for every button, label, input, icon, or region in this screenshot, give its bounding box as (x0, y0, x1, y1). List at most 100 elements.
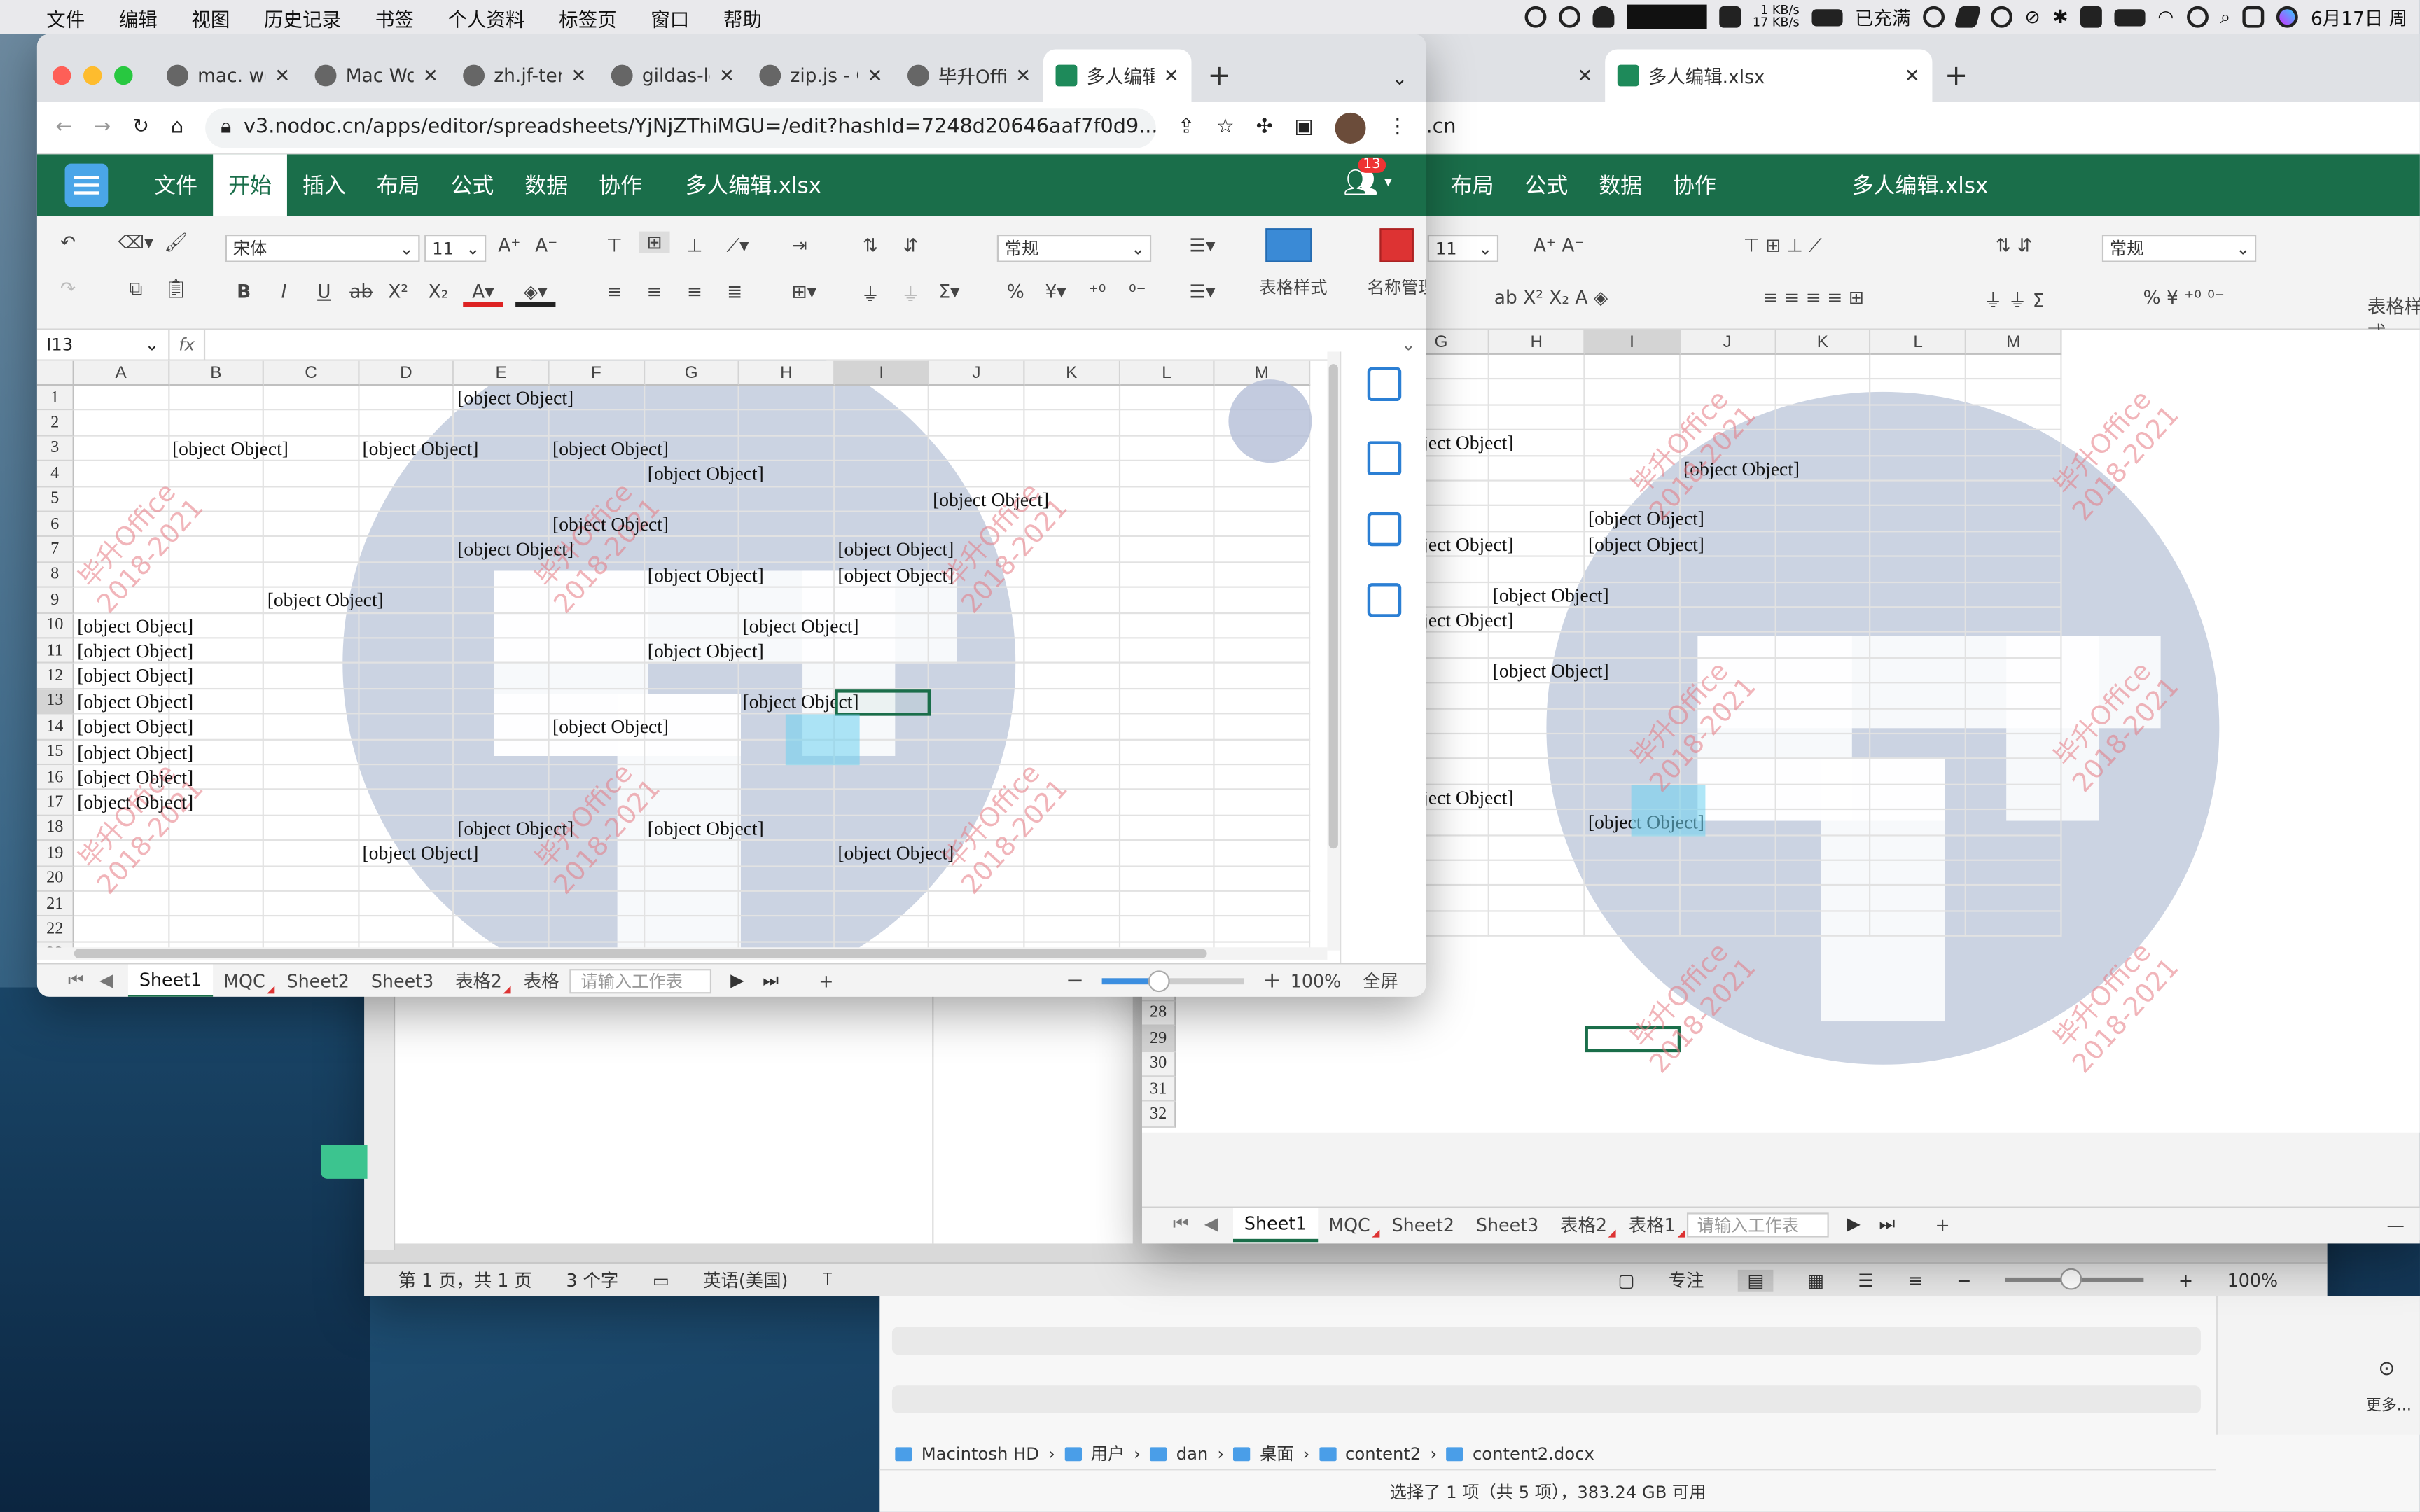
merge-cells-icon[interactable]: ⊞▾ (784, 281, 824, 302)
prev-sheet-icon[interactable]: ◀ (99, 969, 113, 992)
select-all-corner[interactable] (36, 360, 74, 386)
row-header[interactable]: 16 (36, 765, 74, 791)
app-menu-item[interactable]: 协作 (583, 154, 658, 216)
cell[interactable]: [object Object] (1489, 659, 1609, 683)
column-header[interactable]: D (359, 360, 454, 386)
bluetooth-icon[interactable]: ✱ (2052, 6, 2068, 28)
clear-filter-icon[interactable]: ⏚ (895, 281, 926, 307)
zoom-out-icon[interactable]: − (1956, 1269, 1971, 1291)
last-sheet-icon[interactable]: ⏭ (1879, 1212, 1895, 1236)
app-menu-item[interactable]: 公式 (1510, 154, 1584, 216)
app-icon[interactable] (1954, 6, 1982, 28)
add-sheet-icon[interactable]: + (1914, 1213, 1972, 1235)
sheet-tab[interactable]: 表格2 (445, 963, 513, 996)
draft-icon[interactable]: ≡ (1908, 1269, 1923, 1291)
bell-icon[interactable] (1592, 6, 1614, 28)
fullscreen-button[interactable]: 全屏 (1363, 968, 1398, 993)
kebab-menu-icon[interactable]: ⋮ (1387, 115, 1407, 139)
search-replace-icon[interactable] (1367, 512, 1402, 547)
fill-color-icon[interactable]: ◈▾ (515, 281, 556, 307)
comment-icon[interactable] (1367, 441, 1402, 475)
cell[interactable]: [object Object] (550, 512, 669, 537)
doc-title[interactable]: 多人编辑.xlsx (1852, 169, 1988, 200)
sort-asc-icon[interactable]: ⇅ (855, 234, 886, 256)
column-header[interactable]: M (1966, 330, 2062, 355)
wrap-text-icon[interactable]: ⇥ (784, 234, 815, 256)
cell[interactable]: [object Object] (74, 765, 193, 790)
row-header[interactable]: 20 (36, 866, 74, 892)
cell[interactable]: [object Object] (74, 790, 193, 815)
word-zoom-slider[interactable] (2005, 1268, 2145, 1290)
column-header[interactable]: I (834, 360, 930, 386)
row-header[interactable]: 13 (36, 689, 74, 715)
path-item[interactable]: Macintosh HD (922, 1443, 1039, 1464)
battery-charge-icon[interactable] (2114, 8, 2146, 26)
app-logo-icon[interactable] (64, 163, 109, 207)
font-grow-icon[interactable]: A⁺ A⁻ (1512, 234, 1605, 256)
record-icon[interactable] (1524, 6, 1546, 28)
cell[interactable]: [object Object] (74, 715, 193, 739)
sheet-tab[interactable]: Sheet3 (360, 963, 444, 996)
number-icons[interactable]: % ¥ ⁺⁰ ⁰⁻ (2099, 287, 2268, 309)
align-center-icon[interactable]: ≡ (639, 281, 669, 302)
column-header[interactable]: L (1120, 360, 1215, 386)
row-header[interactable]: 2 (36, 411, 74, 437)
currency-icon[interactable]: ¥▾ (1037, 281, 1074, 302)
close-icon[interactable]: ✕ (274, 65, 290, 87)
app-menu-item[interactable]: 开始 (213, 154, 287, 216)
row-header[interactable]: 10 (36, 613, 74, 639)
align-middle-icon[interactable]: ⊞ (639, 231, 670, 253)
close-icon[interactable]: ✕ (1905, 65, 1920, 87)
align-left-icon[interactable]: ≡ (599, 281, 630, 302)
share-icon[interactable]: ⇪ (1178, 115, 1195, 139)
timemachine-icon[interactable] (1923, 6, 1945, 28)
word-language[interactable]: 英语(美国) (703, 1268, 788, 1292)
menubar-item[interactable]: 历史记录 (247, 2, 359, 31)
first-sheet-icon[interactable]: ⏮ (1173, 1212, 1189, 1236)
column-header[interactable]: K (1024, 360, 1120, 386)
number-format-2[interactable]: 常规 ⌄ (2101, 234, 2257, 262)
extensions-icon[interactable]: ✣ (1256, 115, 1273, 139)
sheet-tab[interactable]: 表格1 (1618, 1208, 1686, 1241)
row-header[interactable]: 5 (36, 486, 74, 512)
close-icon[interactable]: ✕ (1164, 65, 1179, 87)
strikethrough-icon[interactable]: ab (346, 281, 377, 302)
cell-ref-box[interactable]: I13 ⌄ (37, 329, 170, 360)
zoom-out-icon[interactable]: − (1066, 968, 1084, 993)
forward-icon[interactable]: → (94, 115, 111, 139)
subscript-icon[interactable]: X₂ (423, 281, 454, 302)
zoom-in-icon[interactable]: + (2178, 1269, 2193, 1291)
app-menu-item[interactable]: 协作 (1657, 154, 1732, 216)
cell[interactable]: [object Object] (74, 740, 193, 764)
battery-icon[interactable] (1811, 8, 1843, 26)
column-header[interactable]: C (264, 360, 360, 386)
menubar-item[interactable]: 编辑 (102, 2, 174, 31)
cpu-monitor-icon[interactable] (1626, 4, 1706, 29)
last-sheet-icon[interactable]: ⏭ (763, 969, 779, 992)
table-style-icon[interactable] (1265, 228, 1312, 262)
focus-icon[interactable]: ▢ (1618, 1269, 1634, 1291)
cell[interactable]: [object Object] (454, 538, 573, 562)
sort-desc-icon[interactable]: ⇵ (895, 234, 926, 256)
column-header[interactable]: J (929, 360, 1025, 386)
cell[interactable]: [object Object] (930, 487, 1049, 512)
proofing-icon[interactable]: ▭ (653, 1269, 669, 1291)
close-window-button[interactable] (52, 66, 71, 85)
prev-sheet-icon[interactable]: ◀ (1204, 1212, 1218, 1236)
row-header[interactable]: 29 (1141, 1026, 1176, 1052)
cell[interactable]: [object Object] (644, 816, 764, 840)
outline-icon[interactable]: ☰ (1858, 1269, 1874, 1291)
column-header[interactable]: B (169, 360, 265, 386)
cell[interactable]: [object Object] (74, 664, 193, 689)
app-menu-item[interactable]: 文件 (139, 154, 213, 216)
font-family-select[interactable]: 宋体 ⌄ (225, 234, 420, 262)
new-tab-button[interactable]: + (1191, 50, 1246, 102)
row-header[interactable]: 12 (36, 664, 74, 690)
text-orientation-icon[interactable]: ⟋▾ (719, 234, 756, 258)
cell[interactable]: [object Object] (550, 715, 669, 739)
menubar-item[interactable]: 书签 (358, 2, 431, 31)
column-header[interactable]: E (454, 360, 550, 386)
align-icons[interactable]: ⊤ ⊞ ⊥ ⟋ (1697, 234, 1867, 258)
wechat-icon[interactable] (1990, 6, 2012, 28)
sheet-tab[interactable]: Sheet3 (1465, 1208, 1549, 1241)
